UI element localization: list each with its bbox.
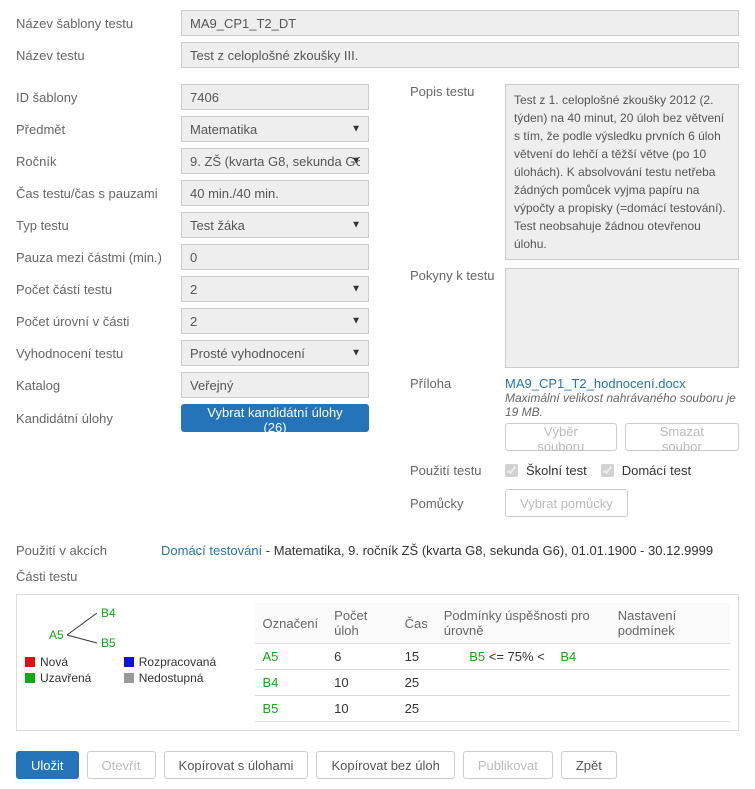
tree-panel: A5 B4 B5 Nová Rozpracovaná Uzavřená Nedo… (25, 603, 239, 685)
label-instructions: Pokyny k testu (410, 268, 505, 368)
label-test-name: Název testu (16, 48, 181, 63)
used-in-text: - Matematika, 9. ročník ZŠ (kvarta G8, s… (262, 543, 713, 558)
select-evaluation[interactable] (181, 340, 369, 366)
select-subject[interactable] (181, 116, 369, 142)
cell-count: 10 (326, 670, 396, 696)
label-grade: Ročník (16, 154, 181, 169)
label-subject: Předmět (16, 122, 181, 137)
th-conditions: Podmínky úspěšnosti pro úrovně (436, 603, 610, 644)
label-usage: Použití testu (410, 463, 505, 478)
th-settings: Nastavení podmínek (610, 603, 730, 644)
back-button[interactable]: Zpět (561, 751, 617, 779)
save-button[interactable]: Uložit (16, 751, 79, 779)
tree-diagram: A5 B4 B5 (49, 605, 129, 649)
label-levels-count: Počet úrovní v části (16, 314, 181, 329)
legend: Nová Rozpracovaná Uzavřená Nedostupná (25, 655, 239, 685)
input-catalog[interactable] (181, 372, 369, 398)
label-parts: Části testu (16, 569, 161, 584)
select-grade[interactable] (181, 148, 369, 174)
cell-count: 10 (326, 696, 396, 722)
input-template-name[interactable] (181, 10, 739, 36)
label-time: Čas testu/čas s pauzami (16, 186, 181, 201)
cell-label: A5 (255, 644, 327, 670)
cell-time: 25 (397, 670, 436, 696)
attachment-link[interactable]: MA9_CP1_T2_hodnocení.docx (505, 376, 686, 391)
label-attachment: Příloha (410, 376, 505, 391)
parts-table: Označení Počet úloh Čas Podmínky úspěšno… (255, 603, 731, 722)
label-catalog: Katalog (16, 378, 181, 393)
legend-label-closed: Uzavřená (40, 671, 91, 685)
checkbox-home-label: Domácí test (622, 463, 691, 478)
cell-label: B4 (255, 670, 327, 696)
delete-file-button[interactable]: Smazat soubor (625, 423, 739, 451)
select-parts-count[interactable] (181, 276, 369, 302)
legend-label-new: Nová (40, 655, 68, 669)
select-levels-count[interactable] (181, 308, 369, 334)
label-evaluation: Vyhodnocení testu (16, 346, 181, 361)
checkbox-home[interactable] (601, 464, 614, 477)
input-test-name[interactable] (181, 42, 739, 68)
legend-label-unavailable: Nedostupná (139, 671, 204, 685)
th-count: Počet úloh (326, 603, 396, 644)
label-pause: Pauza mezi částmi (min.) (16, 250, 181, 265)
cell-count: 6 (326, 644, 396, 670)
table-row[interactable]: B5 10 25 (255, 696, 731, 722)
copy-with-button[interactable]: Kopírovat s úlohami (164, 751, 309, 779)
label-description: Popis testu (410, 84, 505, 260)
label-used-in: Použití v akcích (16, 543, 161, 558)
select-test-type[interactable] (181, 212, 369, 238)
tree-node-a5: A5 (49, 628, 64, 642)
legend-label-draft: Rozpracovaná (139, 655, 216, 669)
textarea-description[interactable]: Test z 1. celoplošné zkoušky 2012 (2. tý… (505, 84, 739, 260)
label-template-id: ID šablony (16, 90, 181, 105)
attachment-note: Maximální velikost nahrávaného souboru j… (505, 391, 739, 419)
input-pause[interactable] (181, 244, 369, 270)
candidate-button[interactable]: Vybrat kandidátní úlohy (26) (181, 404, 369, 432)
table-row[interactable]: A5 6 15 B5 <= 75% < B4 (255, 644, 731, 670)
cell-label: B5 (255, 696, 327, 722)
label-parts-count: Počet částí testu (16, 282, 181, 297)
open-button[interactable]: Otevřít (87, 751, 156, 779)
legend-color-closed (25, 673, 35, 683)
th-time: Čas (397, 603, 436, 644)
label-test-type: Typ testu (16, 218, 181, 233)
cell-conditions: B5 <= 75% < B4 (436, 644, 610, 670)
cell-time: 25 (397, 696, 436, 722)
legend-color-new (25, 657, 35, 667)
input-time[interactable] (181, 180, 369, 206)
label-template-name: Název šablony testu (16, 16, 181, 31)
table-row[interactable]: B4 10 25 (255, 670, 731, 696)
legend-color-unavailable (124, 673, 134, 683)
tree-node-b5: B5 (101, 636, 116, 649)
input-template-id[interactable] (181, 84, 369, 110)
label-candidate: Kandidátní úlohy (16, 411, 181, 426)
checkbox-school-label: Školní test (526, 463, 587, 478)
th-label: Označení (255, 603, 327, 644)
label-aids: Pomůcky (410, 496, 505, 511)
cell-time: 15 (397, 644, 436, 670)
select-file-button[interactable]: Výběr souboru (505, 423, 617, 451)
legend-color-draft (124, 657, 134, 667)
publish-button[interactable]: Publikovat (463, 751, 553, 779)
copy-without-button[interactable]: Kopírovat bez úloh (316, 751, 454, 779)
used-in-link[interactable]: Domácí testování (161, 543, 262, 558)
checkbox-school[interactable] (505, 464, 518, 477)
select-aids-button[interactable]: Vybrat pomůcky (505, 489, 628, 517)
tree-node-b4: B4 (101, 606, 116, 620)
textarea-instructions[interactable] (505, 268, 739, 368)
